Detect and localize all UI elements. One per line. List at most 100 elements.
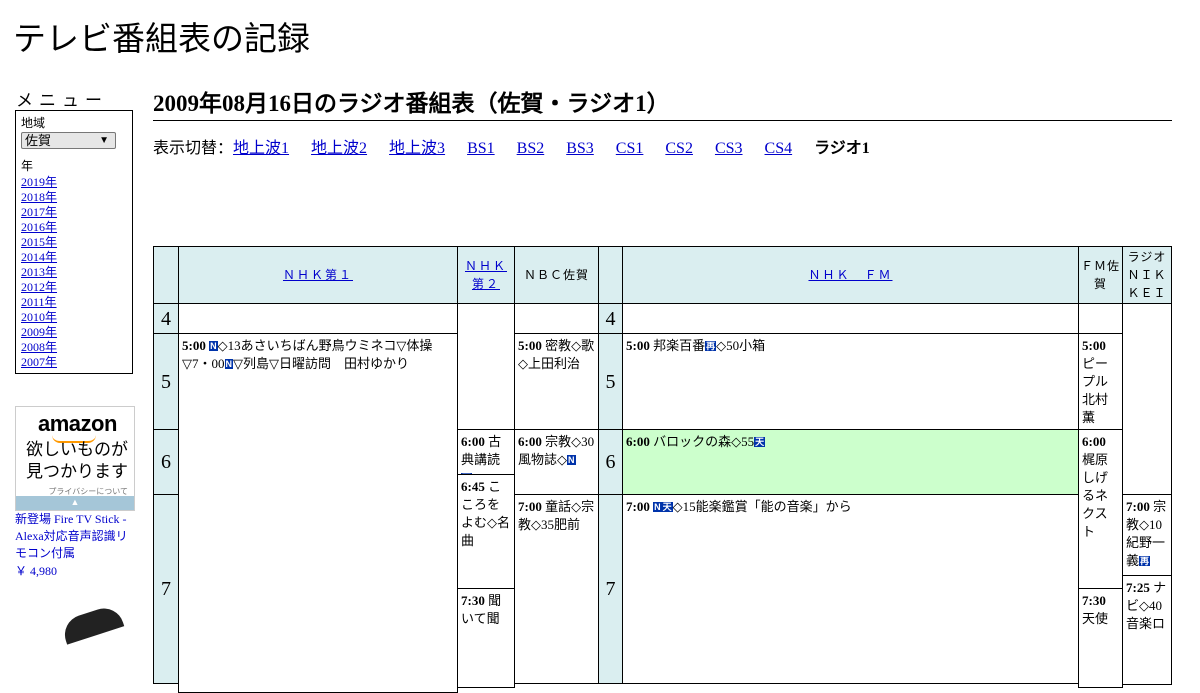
grid-corner-left (153, 246, 179, 304)
grid-corner-mid (598, 246, 623, 304)
program-cell[interactable]: 7:25 ナビ◇40音楽ロ (1122, 575, 1172, 685)
program-time: 5:00 (626, 338, 650, 353)
news-badge-icon: N (209, 341, 218, 351)
switch-link-cs2[interactable]: CS2 (665, 140, 693, 157)
program-time: 6:00 (461, 434, 485, 449)
year-link-2015[interactable]: 2015年 (21, 235, 127, 250)
region-select[interactable]: 佐賀 ▼ (21, 132, 116, 149)
channel-header-nikkei: ラジオＮＩＫＫＥＩ (1122, 246, 1172, 304)
weather-badge-icon: 天 (661, 502, 673, 512)
program-cell[interactable]: 7:30 聞いて聞 (457, 588, 515, 688)
program-text: ◇15能楽鑑賞「能の音楽」から (672, 499, 852, 514)
program-time: 5:00 (182, 338, 206, 353)
hour-cell-5: 5 (153, 333, 179, 430)
program-time: 7:30 (461, 593, 485, 608)
ad-price: ￥ 4,980 (15, 564, 58, 578)
switch-link-terrestrial-3[interactable]: 地上波3 (389, 140, 445, 157)
program-time: 6:45 (461, 479, 485, 494)
program-cell[interactable]: 5:00 邦楽百番再◇50小箱 (622, 333, 1079, 430)
hour-cell-7: 7 (153, 494, 179, 684)
program-time: 6:00 (518, 434, 542, 449)
chevron-up-icon: ▲ (70, 497, 80, 507)
program-time: 7:00 (1126, 499, 1150, 514)
channel-link-nhkfm[interactable]: ＮＨＫ ＦＭ (808, 266, 892, 284)
region-label: 地域 (21, 116, 46, 130)
channel-link-nhk1[interactable]: ＮＨＫ第１ (283, 266, 353, 284)
switch-link-bs2[interactable]: BS2 (517, 140, 545, 157)
channel-header-nbc: ＮＢＣ佐賀 (514, 246, 599, 304)
amazon-logo: amazon (38, 411, 117, 436)
year-link-2019[interactable]: 2019年 (21, 175, 127, 190)
menu-title: メニュー (16, 91, 108, 110)
year-link-2016[interactable]: 2016年 (21, 220, 127, 235)
page-heading: 2009年08月16日のラジオ番組表（佐賀・ラジオ1） (153, 84, 1172, 121)
program-time: 6:00 (1082, 434, 1106, 449)
switch-link-cs1[interactable]: CS1 (616, 140, 644, 157)
channel-header-fmsaga: ＦＭ佐賀 (1078, 246, 1123, 304)
ad-tagline: 欲しいものが 見つかります (26, 439, 128, 483)
ad-tagline-line-1: 欲しいものが (26, 440, 128, 459)
ad-expand-bar[interactable]: ▲ (16, 496, 134, 510)
switch-link-bs3[interactable]: BS3 (566, 140, 594, 157)
switch-link-bs1[interactable]: BS1 (467, 140, 495, 157)
program-cell[interactable]: 7:00 宗教◇10紀野一義再 (1122, 494, 1172, 576)
channel-label-nbc: ＮＢＣ佐賀 (523, 268, 589, 282)
channel-label-nikkei: ラジオＮＩＫＫＥＩ (1127, 250, 1167, 300)
weather-badge-icon: 天 (754, 437, 766, 447)
hour-cell-6: 6 (153, 429, 179, 495)
year-link-2017[interactable]: 2017年 (21, 205, 127, 220)
rebroadcast-badge-icon: 再 (705, 341, 717, 351)
program-cell[interactable]: 6:00 梶原しげるネクスト (1078, 429, 1123, 589)
ad-product-link[interactable]: 新登場 Fire TV Stick - Alexa対応音声認識リモコン付属 (15, 511, 133, 562)
program-cell-empty (622, 303, 1079, 334)
year-link-2013[interactable]: 2013年 (21, 265, 127, 280)
program-cell-empty (1122, 303, 1172, 495)
program-time: 7:00 (626, 499, 650, 514)
year-link-2012[interactable]: 2012年 (21, 280, 127, 295)
program-cell-empty (514, 303, 599, 334)
program-time: 5:00 (1082, 338, 1106, 353)
program-text: バロックの森◇55 (653, 434, 755, 449)
program-cell[interactable]: 5:00 密教◇歌◇上田利治 (514, 333, 599, 430)
fire-tv-remote-image[interactable] (59, 603, 125, 645)
year-link-2010[interactable]: 2010年 (21, 310, 127, 325)
program-cell[interactable]: 6:00 古典講読再 (457, 429, 515, 475)
year-link-2007[interactable]: 2007年 (21, 355, 127, 370)
switch-link-cs4[interactable]: CS4 (765, 140, 793, 157)
menu-box: 地域 佐賀 ▼ 年 2019年 2018年 2017年 2016年 2015年 … (15, 110, 133, 374)
display-switcher: 表示切替：地上波1 地上波2 地上波3 BS1 BS2 BS3 CS1 CS2 CS3 CS4 ラジ… (153, 134, 870, 158)
program-cell[interactable]: 6:45 こころをよむ◇名曲 (457, 474, 515, 589)
program-text: 邦楽百番 (653, 338, 706, 353)
switch-link-terrestrial-2[interactable]: 地上波2 (311, 140, 367, 157)
program-cell[interactable]: 7:30 天使 (1078, 588, 1123, 688)
hour-cell-4: 4 (153, 303, 179, 334)
program-cell-empty (178, 303, 458, 334)
switcher-prefix: 表示切替： (153, 140, 234, 157)
news-badge-icon: N (653, 502, 662, 512)
year-link-2009[interactable]: 2009年 (21, 325, 127, 340)
year-link-2011[interactable]: 2011年 (21, 295, 127, 310)
year-link-2014[interactable]: 2014年 (21, 250, 127, 265)
program-cell[interactable]: 6:00 宗教◇30風物誌◇N (514, 429, 599, 495)
year-link-2008[interactable]: 2008年 (21, 340, 127, 355)
program-cell-empty (1078, 303, 1123, 334)
channel-header-nhkfm: ＮＨＫ ＦＭ (622, 246, 1079, 304)
switch-link-terrestrial-1[interactable]: 地上波1 (233, 140, 289, 157)
news-badge-icon: N (567, 455, 576, 465)
rebroadcast-badge-icon: 再 (1139, 556, 1151, 566)
channel-link-nhk2[interactable]: ＮＨＫ第２ (460, 257, 512, 293)
program-cell-current[interactable]: 6:00 バロックの森◇55天 (622, 429, 1079, 495)
program-cell[interactable]: 5:00 ピープル北村薫 (1078, 333, 1123, 430)
channel-label-fmsaga: ＦＭ佐賀 (1081, 259, 1121, 291)
switch-link-cs3[interactable]: CS3 (715, 140, 743, 157)
year-link-2018[interactable]: 2018年 (21, 190, 127, 205)
program-cell[interactable]: 5:00 N◇13あさいちばん野鳥ウミネコ▽体操▽7・00N▽列島▽日曜訪問 田… (178, 333, 458, 693)
program-cell[interactable]: 7:00 童話◇宗教◇35肥前 (514, 494, 599, 684)
ad-tagline-line-2: 見つかります (26, 462, 128, 481)
amazon-ad-banner[interactable]: amazon 欲しいものが 見つかります プライバシーについて ▲ (15, 406, 135, 511)
channel-header-nhk1: ＮＨＫ第１ (178, 246, 458, 304)
channel-header-nhk2: ＮＨＫ第２ (457, 246, 515, 304)
program-cell[interactable]: 7:00 N 天◇15能楽鑑賞「能の音楽」から (622, 494, 1079, 684)
program-time: 7:30 (1082, 593, 1106, 608)
program-grid: ＮＨＫ第１ ＮＨＫ第２ ＮＢＣ佐賀 ＮＨＫ ＦＭ ＦＭ佐賀 ラジオＮＩＫＫＥＩ … (153, 246, 1172, 693)
